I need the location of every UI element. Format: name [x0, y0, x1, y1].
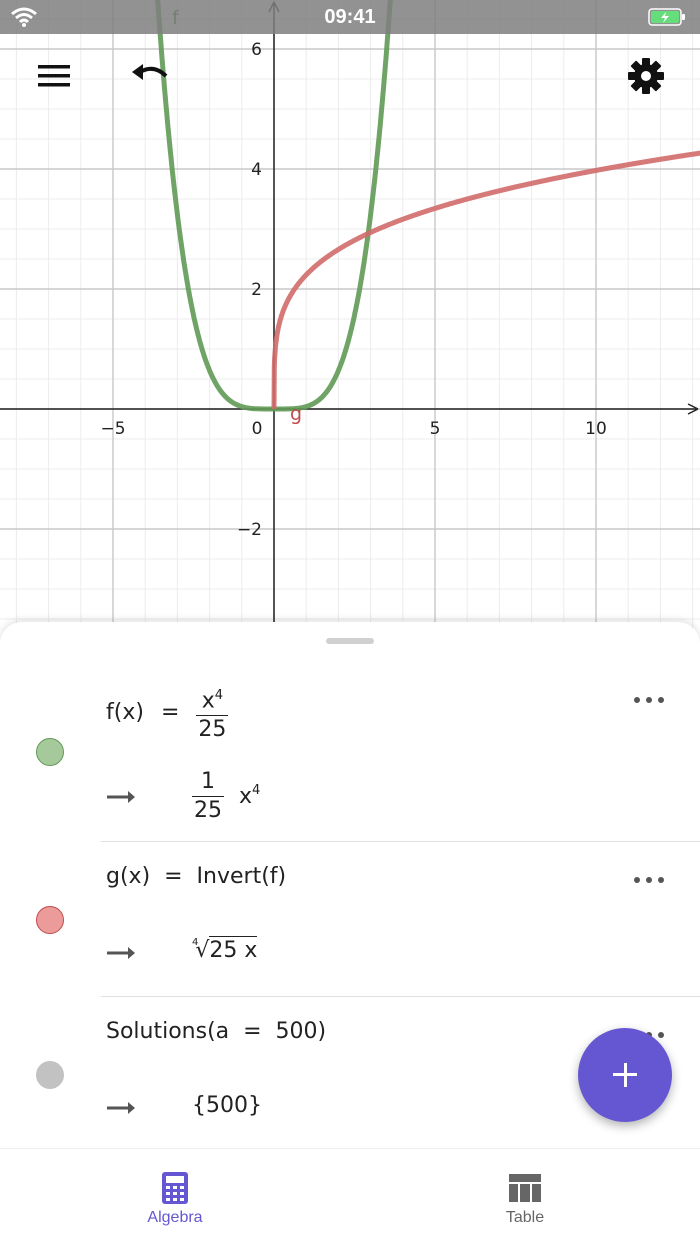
exponent: 4	[252, 783, 261, 799]
result-arrow-icon	[107, 947, 135, 959]
definition-f[interactable]: f(x) = x4 25	[106, 682, 229, 744]
output-variable: x	[239, 783, 253, 809]
exponent: 4	[214, 688, 224, 703]
equals-sign: =	[160, 700, 180, 726]
table-icon	[509, 1174, 541, 1202]
tab-table-label: Table	[505, 1209, 545, 1226]
battery-icon	[648, 8, 685, 26]
y-tick-label: −2	[237, 520, 262, 540]
root-index: 4	[192, 936, 199, 948]
algebra-row-f[interactable]: f(x) = x4 25 1 25 x4	[0, 662, 700, 842]
x-tick-label: 0	[252, 419, 263, 439]
tab-algebra-label: Algebra	[147, 1209, 203, 1226]
frac-denominator: 25	[198, 717, 227, 743]
status-bar: 09:41	[0, 0, 700, 34]
status-time: 09:41	[324, 6, 376, 28]
frac-denominator: 25	[194, 798, 222, 823]
output-f: 1 25 x4	[192, 768, 260, 825]
visibility-toggle-g[interactable]	[36, 906, 64, 934]
tab-algebra[interactable]: Algebra	[0, 1149, 350, 1245]
more-options-icon[interactable]	[632, 870, 668, 890]
frac-numerator: 1	[192, 768, 224, 797]
undo-icon[interactable]	[128, 58, 172, 94]
result-arrow-icon	[107, 791, 135, 803]
definition-solutions[interactable]: Solutions(a = 500)	[106, 1019, 326, 1044]
menu-icon[interactable]	[34, 60, 74, 92]
y-tick-label: 2	[251, 280, 262, 300]
result-arrow-icon	[107, 1102, 135, 1114]
graphing-canvas[interactable]: −50510642−2fg	[0, 0, 700, 640]
drag-handle[interactable]	[326, 638, 374, 644]
definition-g[interactable]: g(x) = Invert(f)	[106, 864, 286, 889]
x-tick-label: 5	[430, 419, 441, 439]
visibility-toggle-f[interactable]	[36, 738, 64, 766]
output-solutions: {500}	[192, 1093, 262, 1118]
algebra-row-g[interactable]: g(x) = Invert(f) 4√25 x	[0, 842, 700, 997]
output-g: 4√25 x	[192, 936, 258, 963]
curve-label-g: g	[290, 403, 302, 425]
plus-icon	[623, 1063, 627, 1087]
fraction: 1 25	[192, 768, 224, 825]
bottom-navigation: Algebra Table	[0, 1148, 700, 1245]
add-input-button[interactable]	[578, 1028, 672, 1122]
fraction: x4 25	[196, 682, 229, 744]
tab-table[interactable]: Table	[350, 1149, 700, 1245]
visibility-toggle-solutions[interactable]	[36, 1061, 64, 1089]
y-tick-label: 4	[251, 160, 262, 180]
more-options-icon[interactable]	[632, 690, 668, 710]
def-name: f(x)	[106, 700, 144, 726]
x-tick-label: 10	[585, 419, 607, 439]
gear-icon[interactable]	[624, 54, 668, 98]
radicand: 25 x	[209, 936, 258, 963]
y-tick-label: 6	[251, 40, 262, 60]
calculator-icon	[162, 1172, 188, 1204]
frac-numerator: x	[201, 688, 215, 714]
x-tick-label: −5	[100, 419, 125, 439]
